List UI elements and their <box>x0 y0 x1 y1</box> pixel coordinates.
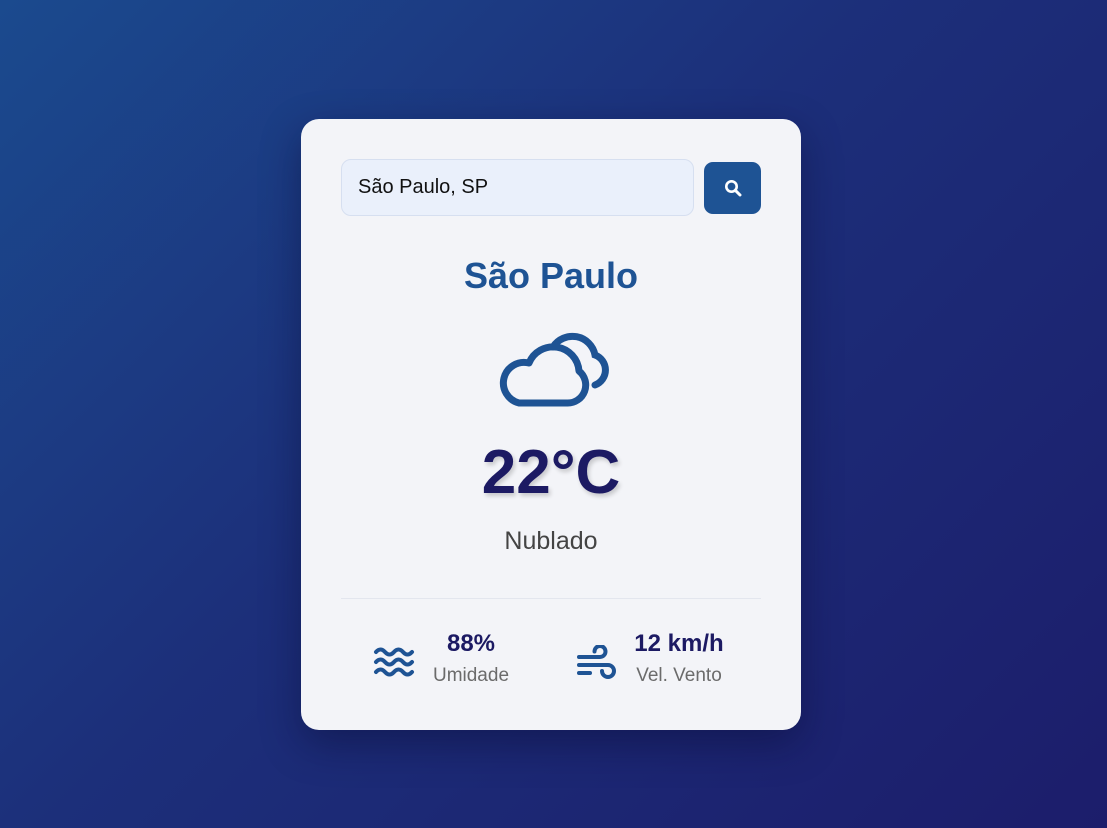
humidity-label: Umidade <box>432 665 510 686</box>
search-input[interactable] <box>341 159 694 216</box>
wind-value: 12 km/h <box>634 630 724 657</box>
humidity-text: 88% Umidade <box>429 629 513 691</box>
wind-icon <box>577 645 616 679</box>
weather-card: São Paulo 22°C Nublado 88% Umidade 12 km… <box>301 119 801 730</box>
humidity-value: 88% <box>446 630 496 657</box>
search-icon <box>724 180 741 197</box>
city-name: São Paulo <box>463 255 639 296</box>
wind-stat: 12 km/h Vel. Vento <box>576 629 736 691</box>
water-waves-icon <box>374 647 414 677</box>
search-bar <box>341 159 761 216</box>
weather-description: Nublado <box>504 527 598 555</box>
temperature: 22°C <box>481 438 621 507</box>
divider <box>341 598 761 599</box>
wind-text: 12 km/h Vel. Vento <box>626 629 732 691</box>
search-button[interactable] <box>704 162 761 214</box>
humidity-stat: 88% Umidade <box>373 629 523 691</box>
cloud-icon <box>499 332 609 407</box>
wind-label: Vel. Vento <box>636 665 722 686</box>
